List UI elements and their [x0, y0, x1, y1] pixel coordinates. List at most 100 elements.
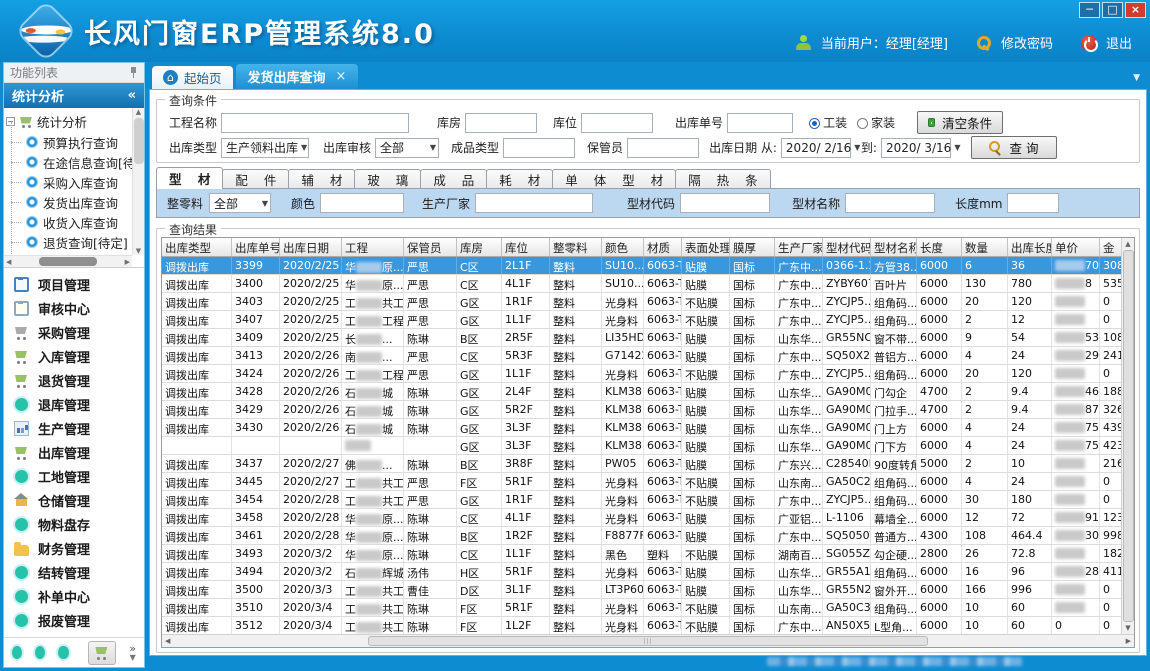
tree-hscroll-thumb[interactable]	[39, 257, 97, 266]
minimize-button[interactable]: ─	[1079, 2, 1100, 18]
collapse-icon[interactable]: «	[128, 88, 136, 103]
grid-row[interactable]: 调拨出库34282020/2/26石城陈琳G区2L4F整料KLM38176063…	[162, 383, 1121, 401]
grid-row[interactable]: 调拨出库35102020/3/4工共工程陈琳F区5R1F整料光身料6063-T5…	[162, 599, 1121, 617]
radio-selected-icon[interactable]	[809, 118, 820, 129]
sidebar-module-item[interactable]: 财务管理	[14, 539, 144, 558]
sidebar-module-item[interactable]: 退库管理	[14, 395, 144, 414]
material-tab[interactable]: 型 材	[156, 167, 223, 189]
grid-column-header[interactable]: 出库长度	[1008, 238, 1052, 256]
scroll-down-icon[interactable]: ▼	[136, 247, 141, 255]
grid-row[interactable]: 调拨出库34452020/2/27工共工程严思F区5R1F整料光身料6063-T…	[162, 473, 1121, 491]
sidebar-module-item[interactable]: 审核中心	[14, 299, 144, 318]
clear-conditions-button[interactable]: 清空条件	[917, 111, 1003, 134]
tab-home[interactable]: ⌂ 起始页	[152, 66, 233, 89]
grid-row[interactable]: 调拨出库34302020/2/26石城陈琳G区3L3F整料KLM38176063…	[162, 419, 1121, 437]
tree-vscroll-thumb[interactable]	[134, 118, 144, 164]
sidebar-module-item[interactable]: 入库管理	[14, 347, 144, 366]
grid-row[interactable]: 调拨出库35122020/3/4工共工程陈琳F区1L2F整料光身料6063-T5…	[162, 617, 1121, 634]
profile-code-input[interactable]	[680, 193, 770, 213]
radio-gongzhuang[interactable]: 工装	[809, 114, 847, 131]
sidebar-module-item[interactable]: 结转管理	[14, 563, 144, 582]
tree-item[interactable]: 发货出库查询	[6, 192, 132, 212]
sidebar-module-item[interactable]: 报废管理	[14, 611, 144, 630]
sidebar-module-item[interactable]: 仓储管理	[14, 491, 144, 510]
grid-column-header[interactable]: 型材名称	[871, 238, 917, 256]
length-input[interactable]	[1007, 193, 1059, 213]
grid-scroll-right-icon[interactable]: ▶	[1126, 637, 1131, 645]
logout-link[interactable]: 退出	[1106, 33, 1132, 52]
maximize-button[interactable]: □	[1102, 2, 1123, 18]
grid-row[interactable]: 调拨出库34072020/2/25工工程严思G区1L1F整料光身料6063-T5…	[162, 311, 1121, 329]
grid-row[interactable]: 调拨出库33992020/2/25华原...严思C区2L1F整料SU10...6…	[162, 257, 1121, 275]
grid-row[interactable]: 调拨出库34542020/2/28工共工程严思G区1R1F整料光身料6063-T…	[162, 491, 1121, 509]
grid-column-header[interactable]: 材质	[644, 238, 682, 256]
change-password-link[interactable]: 修改密码	[1001, 33, 1053, 52]
grid-scroll-left-icon[interactable]: ◀	[165, 637, 170, 645]
grid-row[interactable]: 调拨出库34292020/2/26石城陈琳G区5R2F整料KLM38176063…	[162, 401, 1121, 419]
grid-row[interactable]: 调拨出库34372020/2/27佛...陈琳B区3R8F整料PW056063-…	[162, 455, 1121, 473]
grid-row[interactable]: G区3L3F整料KLM38176063-T5贴膜国标山东华...GA90M09.…	[162, 437, 1121, 455]
sidebar-module-item[interactable]: 补单中心	[14, 587, 144, 606]
scroll-up-icon[interactable]: ▲	[136, 108, 141, 116]
material-tab[interactable]: 耗 材	[486, 169, 553, 189]
module-dot-icon[interactable]	[58, 646, 68, 659]
search-button[interactable]: 查 询	[971, 136, 1057, 159]
tree-root-node[interactable]: − 统计分析	[6, 110, 132, 132]
tree-item[interactable]: 收货入库查询	[6, 212, 132, 232]
keeper-input[interactable]	[627, 138, 699, 158]
grid-row[interactable]: 调拨出库34002020/2/25华原...严思C区4L1F整料SU10...6…	[162, 275, 1121, 293]
tree-item[interactable]: 预算执行查询	[6, 132, 132, 152]
tab-list-dropdown-icon[interactable]: ▼	[1133, 73, 1140, 83]
material-tab[interactable]: 隔 热 条	[675, 169, 770, 189]
grid-column-header[interactable]: 工程	[342, 238, 404, 256]
grid-column-header[interactable]: 出库类型	[162, 238, 232, 256]
grid-column-header[interactable]: 出库日期	[280, 238, 342, 256]
grid-scroll-down-icon[interactable]: ▼	[1125, 624, 1130, 632]
material-tab[interactable]: 单 体 型 材	[552, 169, 676, 189]
material-tab[interactable]: 玻 璃	[354, 169, 421, 189]
grid-scroll-up-icon[interactable]: ▲	[1125, 240, 1130, 248]
tree-item[interactable]: 在途信息查询[待	[6, 152, 132, 172]
grid-column-header[interactable]: 颜色	[602, 238, 644, 256]
grid-column-header[interactable]: 生产厂家	[775, 238, 823, 256]
grid-row[interactable]: 调拨出库34092020/2/25长...陈琳B区2R5F整料LI35HD606…	[162, 329, 1121, 347]
color-input[interactable]	[320, 193, 404, 213]
audit-select[interactable]: 全部▼	[375, 138, 439, 158]
tree-horizontal-scrollbar[interactable]: ◀ ▶	[4, 255, 132, 267]
grid-row[interactable]: 调拨出库34032020/2/25工共工程严思G区1R1F整料光身料6063-T…	[162, 293, 1121, 311]
whole-piece-select[interactable]: 全部▼	[209, 193, 271, 213]
tab-shipment-outbound-query[interactable]: 发货出库查询 ×	[236, 64, 359, 89]
grid-hscroll-thumb[interactable]: |||	[368, 636, 928, 646]
radio-jiazhuang[interactable]: 家装	[857, 114, 895, 131]
grid-column-header[interactable]: 保管员	[404, 238, 457, 256]
sidebar-module-item[interactable]: 物料盘存	[14, 515, 144, 534]
tree-vertical-scrollbar[interactable]: ▲ ▼	[132, 108, 144, 255]
menu-overflow-button[interactable]: » ▼	[129, 644, 136, 662]
grid-column-header[interactable]: 型材代码	[823, 238, 871, 256]
maker-input[interactable]	[475, 193, 593, 213]
module-dot-icon[interactable]	[35, 646, 45, 659]
grid-row[interactable]: 调拨出库34242020/2/26工工程严思G区1L1F整料光身料6063-T5…	[162, 365, 1121, 383]
grid-column-header[interactable]: 金	[1100, 238, 1122, 256]
warehouse-input[interactable]	[465, 113, 537, 133]
sidebar-module-item[interactable]: 退货管理	[14, 371, 144, 390]
grid-vscroll-thumb[interactable]	[1123, 250, 1134, 622]
date-from-picker[interactable]: 2020/ 2/16▼	[781, 138, 851, 158]
tab-close-icon[interactable]: ×	[336, 69, 347, 84]
grid-row[interactable]: 调拨出库34582020/2/28华原...陈琳C区4L1F整料光身料6063-…	[162, 509, 1121, 527]
scroll-left-icon[interactable]: ◀	[6, 258, 11, 266]
grid-column-header[interactable]: 数量	[962, 238, 1008, 256]
scroll-right-icon[interactable]: ▶	[125, 258, 130, 266]
cart-module-button[interactable]	[88, 641, 117, 665]
grid-column-header[interactable]: 膜厚	[730, 238, 775, 256]
sidebar-section-header[interactable]: 统计分析 «	[4, 83, 144, 108]
grid-column-header[interactable]: 单价	[1052, 238, 1100, 256]
grid-row[interactable]: 调拨出库34932020/3/2华原...陈琳C区1L1F整料黑色塑料不贴膜国标…	[162, 545, 1121, 563]
pin-icon[interactable]	[129, 67, 138, 78]
date-to-picker[interactable]: 2020/ 3/16▼	[881, 138, 951, 158]
tree-item[interactable]: 采购入库查询	[6, 172, 132, 192]
sidebar-module-item[interactable]: 工地管理	[14, 467, 144, 486]
grid-row[interactable]: 调拨出库35002020/3/3工共工程曹佳D区3L1F整料LT3P606063…	[162, 581, 1121, 599]
product-type-input[interactable]	[503, 138, 575, 158]
grid-row[interactable]: 调拨出库34942020/3/2石辉城汤伟H区5R1F整料光身料6063-T5贴…	[162, 563, 1121, 581]
